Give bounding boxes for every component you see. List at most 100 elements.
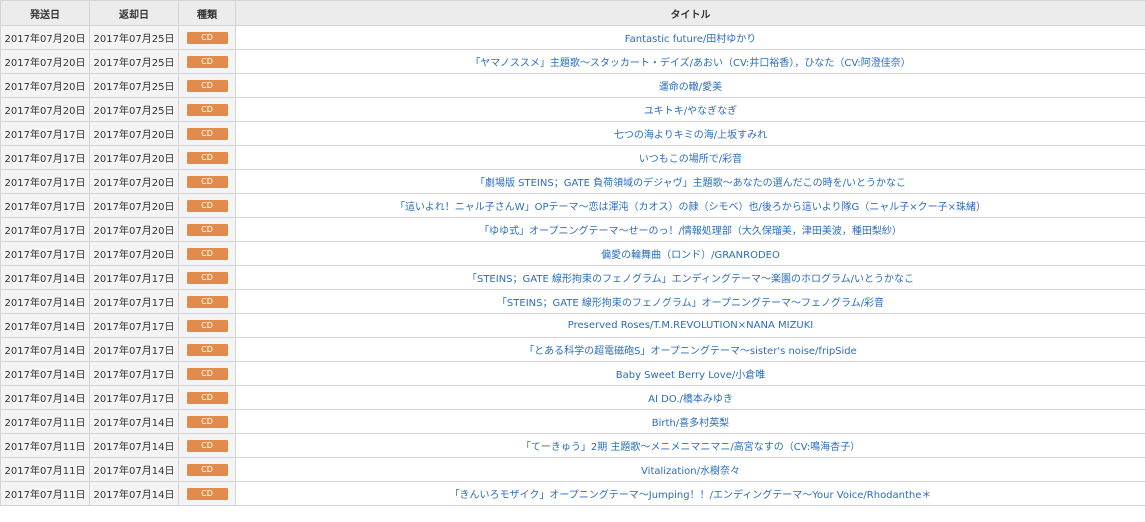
title-cell: 「ゆゆ式」オープニングテーマ～せーのっ！/情報処理部（大久保瑠美，津田美波，種田…	[235, 217, 1145, 242]
cd-badge: CD	[186, 247, 228, 260]
title-link[interactable]: Vitalization/水樹奈々	[641, 466, 740, 477]
table-row: 2017年07月20日 2017年07月25日 CD ユキトキ/やなぎなぎ	[0, 97, 1145, 122]
title-link[interactable]: いつもこの場所で/彩音	[639, 154, 742, 165]
kind-cell: CD	[178, 457, 236, 482]
kind-cell: CD	[178, 409, 236, 434]
title-link[interactable]: 七つの海よりキミの海/上坂すみれ	[614, 130, 767, 141]
table-row: 2017年07月11日 2017年07月14日 CD Vitalization/水樹奈…	[0, 457, 1145, 482]
title-cell: AI DO./橋本みゆき	[235, 385, 1145, 410]
return-date-cell: 2017年07月14日	[89, 409, 179, 434]
title-cell: 偏愛の輪舞曲（ロンド）/GRANRODEO	[235, 241, 1145, 266]
return-date-cell: 2017年07月17日	[89, 385, 179, 410]
ship-date-cell: 2017年07月20日	[0, 49, 90, 74]
return-date-cell: 2017年07月17日	[89, 337, 179, 362]
title-cell: 「ヤマノススメ」主題歌～スタッカート・デイズ/あおい（CV:井口裕香），ひなた（…	[235, 49, 1145, 74]
column-header-return-date: 返却日	[89, 0, 179, 26]
kind-cell: CD	[178, 433, 236, 458]
ship-date-cell: 2017年07月17日	[0, 169, 90, 194]
cd-badge: CD	[186, 439, 228, 452]
table-row: 2017年07月14日 2017年07月17日 CD Baby Sweet Berry…	[0, 361, 1145, 386]
return-date-cell: 2017年07月20日	[89, 193, 179, 218]
return-date-cell: 2017年07月17日	[89, 289, 179, 314]
kind-cell: CD	[178, 49, 236, 74]
title-cell: Fantastic future/田村ゆかり	[235, 25, 1145, 50]
cd-badge: CD	[186, 127, 228, 140]
kind-cell: CD	[178, 169, 236, 194]
title-cell: 「てーきゅう」2期 主題歌～メニメニマニマニ/高宮なすの（CV:鳴海杏子）	[235, 433, 1145, 458]
title-link[interactable]: Birth/喜多村英梨	[652, 418, 729, 429]
cd-badge: CD	[186, 271, 228, 284]
return-date-cell: 2017年07月25日	[89, 49, 179, 74]
table-row: 2017年07月11日 2017年07月14日 CD 「きんいろモザイク」オープニング…	[0, 481, 1145, 506]
table-row: 2017年07月20日 2017年07月25日 CD 運命の轍/愛美	[0, 73, 1145, 98]
title-link[interactable]: 偏愛の輪舞曲（ロンド）/GRANRODEO	[601, 250, 780, 261]
return-date-cell: 2017年07月20日	[89, 121, 179, 146]
ship-date-cell: 2017年07月14日	[0, 361, 90, 386]
table-row: 2017年07月14日 2017年07月17日 CD 「STEINS；GATE 線形拘…	[0, 289, 1145, 314]
return-date-cell: 2017年07月25日	[89, 25, 179, 50]
kind-cell: CD	[178, 97, 236, 122]
ship-date-cell: 2017年07月14日	[0, 313, 90, 338]
ship-date-cell: 2017年07月17日	[0, 121, 90, 146]
kind-cell: CD	[178, 121, 236, 146]
return-date-cell: 2017年07月25日	[89, 97, 179, 122]
kind-cell: CD	[178, 361, 236, 386]
kind-cell: CD	[178, 385, 236, 410]
ship-date-cell: 2017年07月14日	[0, 289, 90, 314]
cd-badge: CD	[186, 31, 228, 44]
ship-date-cell: 2017年07月11日	[0, 457, 90, 482]
table-row: 2017年07月14日 2017年07月17日 CD 「とある科学の超電磁砲S」オープ…	[0, 337, 1145, 362]
return-date-cell: 2017年07月20日	[89, 217, 179, 242]
cd-badge: CD	[186, 79, 228, 92]
title-link[interactable]: Fantastic future/田村ゆかり	[625, 34, 756, 45]
table-row: 2017年07月14日 2017年07月17日 CD Preserved Roses/…	[0, 313, 1145, 338]
title-cell: Birth/喜多村英梨	[235, 409, 1145, 434]
ship-date-cell: 2017年07月14日	[0, 265, 90, 290]
title-link[interactable]: Preserved Roses/T.M.REVOLUTION×NANA MIZU…	[568, 320, 814, 331]
title-link[interactable]: AI DO./橋本みゆき	[648, 394, 733, 405]
kind-cell: CD	[178, 337, 236, 362]
column-header-ship-date: 発送日	[0, 0, 90, 26]
ship-date-cell: 2017年07月17日	[0, 217, 90, 242]
title-link[interactable]: 「きんいろモザイク」オープニングテーマ～Jumping！！/エンディングテーマ～…	[450, 490, 932, 501]
title-cell: 運命の轍/愛美	[235, 73, 1145, 98]
ship-date-cell: 2017年07月17日	[0, 193, 90, 218]
title-link[interactable]: 「とある科学の超電磁砲S」オープニングテーマ～sister's noise/fr…	[524, 346, 857, 357]
return-date-cell: 2017年07月20日	[89, 145, 179, 170]
title-link[interactable]: 「STEINS；GATE 線形拘束のフェノグラム」エンディングテーマ～楽園のホロ…	[467, 274, 914, 285]
ship-date-cell: 2017年07月20日	[0, 73, 90, 98]
title-link[interactable]: 「STEINS；GATE 線形拘束のフェノグラム」オープニングテーマ～フェノグラ…	[497, 298, 884, 309]
column-header-kind: 種類	[178, 0, 236, 26]
ship-date-cell: 2017年07月17日	[0, 241, 90, 266]
cd-badge: CD	[186, 103, 228, 116]
cd-badge: CD	[186, 343, 228, 356]
title-cell: 「這いよれ！ニャル子さんW」OPテーマ～恋は渾沌（カオス）の隷（シモベ）也/後ろ…	[235, 193, 1145, 218]
title-cell: いつもこの場所で/彩音	[235, 145, 1145, 170]
title-cell: ユキトキ/やなぎなぎ	[235, 97, 1145, 122]
cd-badge: CD	[186, 151, 228, 164]
cd-badge: CD	[186, 415, 228, 428]
title-link[interactable]: 「ゆゆ式」オープニングテーマ～せーのっ！/情報処理部（大久保瑠美，津田美波，種田…	[479, 226, 902, 237]
title-link[interactable]: 「劇場版 STEINS；GATE 負荷領域のデジャヴ」主題歌～あなたの選んだこの…	[475, 178, 906, 189]
table-row: 2017年07月20日 2017年07月25日 CD Fantastic future…	[0, 25, 1145, 50]
table-body: 2017年07月20日 2017年07月25日 CD Fantastic future…	[0, 25, 1145, 506]
return-date-cell: 2017年07月17日	[89, 361, 179, 386]
title-cell: Preserved Roses/T.M.REVOLUTION×NANA MIZU…	[235, 313, 1145, 338]
rental-history-table: 発送日 返却日 種類 タイトル 2017年07月20日 2017年07月25日 CD…	[0, 0, 1145, 506]
title-link[interactable]: 「這いよれ！ニャル子さんW」OPテーマ～恋は渾沌（カオス）の隷（シモベ）也/後ろ…	[395, 202, 986, 213]
title-link[interactable]: 「ヤマノススメ」主題歌～スタッカート・デイズ/あおい（CV:井口裕香），ひなた（…	[470, 58, 911, 69]
return-date-cell: 2017年07月14日	[89, 481, 179, 506]
title-link[interactable]: ユキトキ/やなぎなぎ	[644, 106, 737, 117]
table-row: 2017年07月20日 2017年07月25日 CD 「ヤマノススメ」主題歌～スタッカ…	[0, 49, 1145, 74]
cd-badge: CD	[186, 487, 228, 500]
ship-date-cell: 2017年07月14日	[0, 385, 90, 410]
title-link[interactable]: 運命の轍/愛美	[659, 82, 722, 93]
cd-badge: CD	[186, 295, 228, 308]
ship-date-cell: 2017年07月20日	[0, 97, 90, 122]
return-date-cell: 2017年07月17日	[89, 265, 179, 290]
title-link[interactable]: Baby Sweet Berry Love/小倉唯	[616, 370, 765, 381]
kind-cell: CD	[178, 25, 236, 50]
return-date-cell: 2017年07月20日	[89, 241, 179, 266]
title-link[interactable]: 「てーきゅう」2期 主題歌～メニメニマニマニ/高宮なすの（CV:鳴海杏子）	[521, 442, 860, 453]
kind-cell: CD	[178, 289, 236, 314]
